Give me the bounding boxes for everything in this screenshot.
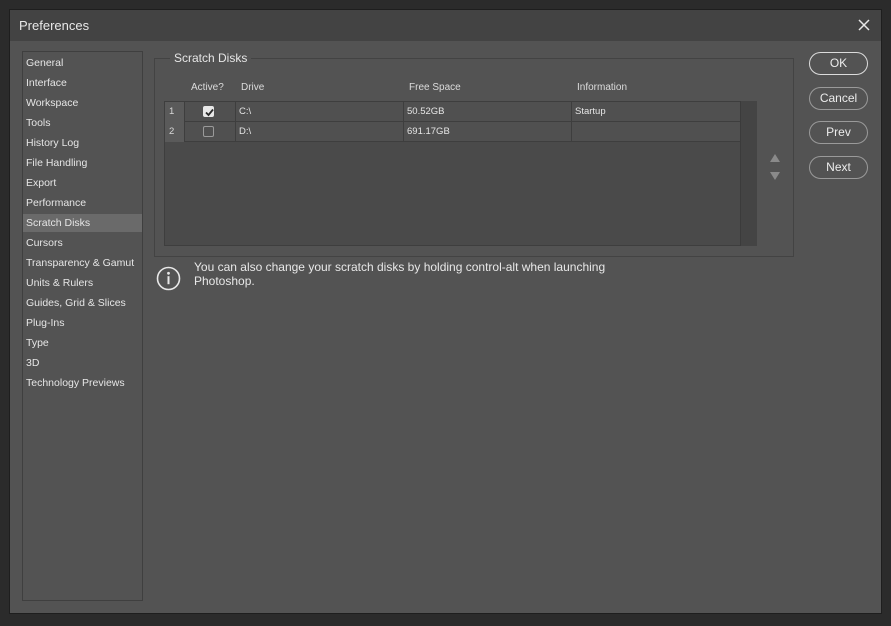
row-number: 1 xyxy=(165,102,185,122)
group-title: Scratch Disks xyxy=(170,50,252,66)
information-cell xyxy=(575,122,735,142)
sidebar-item-cursors[interactable]: Cursors xyxy=(23,234,142,252)
sidebar-item-scratch-disks[interactable]: Scratch Disks xyxy=(23,214,142,232)
arrow-down-icon[interactable] xyxy=(769,168,781,180)
sidebar-item-3d[interactable]: 3D xyxy=(23,354,142,372)
window-title: Preferences xyxy=(19,18,90,33)
table-scrollbar[interactable] xyxy=(740,101,757,246)
sidebar-item-technology-previews[interactable]: Technology Previews xyxy=(23,374,142,392)
active-checkbox[interactable] xyxy=(203,126,214,137)
drive-cell: C:\ xyxy=(239,106,252,117)
close-icon[interactable] xyxy=(855,16,873,34)
sidebar-item-interface[interactable]: Interface xyxy=(23,74,142,92)
information-cell: Startup xyxy=(575,106,606,117)
sidebar-item-tools[interactable]: Tools xyxy=(23,114,142,132)
title-bar: Preferences xyxy=(10,10,881,41)
column-separator xyxy=(571,122,572,142)
column-separator xyxy=(403,122,404,142)
arrow-up-icon[interactable] xyxy=(769,150,781,162)
drive-cell: D:\ xyxy=(239,126,252,137)
sidebar-item-units-rulers[interactable]: Units & Rulers xyxy=(23,274,142,292)
sidebar-item-performance[interactable]: Performance xyxy=(23,194,142,212)
free-space-cell: 691.17GB xyxy=(407,126,450,137)
preferences-sidebar: General Interface Workspace Tools Histor… xyxy=(22,51,143,601)
column-separator xyxy=(235,102,236,122)
column-separator xyxy=(235,122,236,142)
info-icon xyxy=(156,266,181,291)
active-checkbox[interactable] xyxy=(203,106,214,117)
ok-button[interactable]: OK xyxy=(809,52,868,75)
column-header-information: Information xyxy=(577,82,628,93)
sidebar-item-workspace[interactable]: Workspace xyxy=(23,94,142,112)
sidebar-item-plug-ins[interactable]: Plug-Ins xyxy=(23,314,142,332)
scratch-disk-hint: You can also change your scratch disks b… xyxy=(194,260,606,288)
preferences-dialog: Preferences General Interface Workspace … xyxy=(10,10,881,613)
sidebar-item-general[interactable]: General xyxy=(23,54,142,72)
prev-button[interactable]: Prev xyxy=(809,121,868,144)
free-space-cell: 50.52GB xyxy=(407,106,445,117)
table-row[interactable]: 1 C:\ 50.52GB Startup xyxy=(165,102,740,122)
next-button[interactable]: Next xyxy=(809,156,868,179)
sidebar-item-file-handling[interactable]: File Handling xyxy=(23,154,142,172)
column-header-free-space: Free Space xyxy=(409,82,461,93)
column-separator xyxy=(571,102,572,122)
column-header-active: Active? xyxy=(191,82,224,93)
sidebar-item-history-log[interactable]: History Log xyxy=(23,134,142,152)
sidebar-item-type[interactable]: Type xyxy=(23,334,142,352)
cancel-button[interactable]: Cancel xyxy=(809,87,868,110)
checkmark-icon xyxy=(205,108,214,117)
sidebar-item-transparency-gamut[interactable]: Transparency & Gamut xyxy=(23,254,142,272)
row-number: 2 xyxy=(165,122,185,142)
sidebar-item-export[interactable]: Export xyxy=(23,174,142,192)
table-row[interactable]: 2 D:\ 691.17GB xyxy=(165,122,740,142)
column-header-drive: Drive xyxy=(241,82,265,93)
sidebar-item-guides-grid-slices[interactable]: Guides, Grid & Slices xyxy=(23,294,142,312)
column-separator xyxy=(403,102,404,122)
